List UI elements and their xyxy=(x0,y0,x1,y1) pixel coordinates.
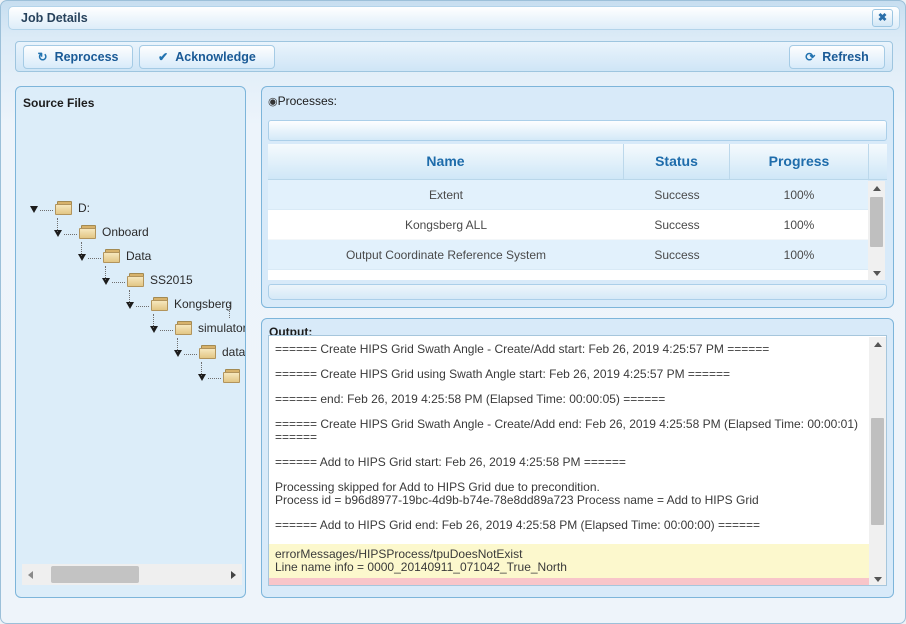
close-icon: ✖ xyxy=(878,12,887,24)
scroll-right-button[interactable] xyxy=(225,564,242,585)
log-warning-highlight: errorMessages/HIPSProcess/tpuDoesNotExis… xyxy=(269,544,869,578)
processes-icon: ◉ xyxy=(268,96,278,108)
arrow-up-icon xyxy=(874,342,882,347)
table-vertical-scrollbar[interactable] xyxy=(868,181,885,280)
processes-group-bar xyxy=(268,120,887,141)
source-files-panel: Source Files D: Onboard Data SS2015 Kong… xyxy=(15,86,246,598)
arrow-left-icon xyxy=(28,571,33,579)
folder-icon xyxy=(103,249,120,263)
processes-footer-bar xyxy=(268,284,887,300)
scroll-down-button[interactable] xyxy=(869,572,886,586)
tree-expand-icon[interactable] xyxy=(126,302,134,309)
tree-horizontal-scrollbar[interactable] xyxy=(22,564,242,585)
log-line: ====== Create HIPS Grid using Swath Angl… xyxy=(269,368,869,381)
processes-label: ◉Processes: xyxy=(268,94,337,108)
tree-node-data2[interactable]: data xyxy=(174,340,245,364)
tree-expand-icon[interactable] xyxy=(54,230,62,237)
tree-expand-icon[interactable] xyxy=(78,254,86,261)
acknowledge-button[interactable]: ✔ Acknowledge xyxy=(139,45,275,69)
check-icon: ✔ xyxy=(158,50,168,64)
window-title: Job Details xyxy=(21,7,88,29)
output-log-area: ====== Create HIPS Grid Swath Angle - Cr… xyxy=(268,335,887,586)
scroll-down-button[interactable] xyxy=(868,266,885,280)
tree-node-simulator[interactable]: simulator xyxy=(150,316,246,340)
output-vertical-scrollbar[interactable] xyxy=(869,337,886,586)
column-header-status[interactable]: Status xyxy=(624,144,730,179)
reprocess-label: Reprocess xyxy=(55,50,119,64)
log-line: ====== Add to HIPS Grid start: Feb 26, 2… xyxy=(269,456,869,469)
log-line: ====== Create HIPS Grid Swath Angle - Cr… xyxy=(269,343,869,356)
output-panel: Output: ====== Create HIPS Grid Swath An… xyxy=(261,318,894,598)
table-row[interactable]: Kongsberg ALL Success 100% xyxy=(268,210,868,240)
arrow-right-icon xyxy=(231,571,236,579)
tree-connector xyxy=(229,303,230,318)
tree-node-ss2015[interactable]: SS2015 xyxy=(102,268,193,292)
log-line: Processing skipped for Add to HIPS Grid … xyxy=(269,481,869,507)
log-line: ====== Add to HIPS Grid end: Feb 26, 201… xyxy=(269,519,869,532)
tree-expand-icon[interactable] xyxy=(174,350,182,357)
tree-node-onboard[interactable]: Onboard xyxy=(54,220,149,244)
title-bar: Job Details ✖ xyxy=(8,6,900,30)
table-body: Extent Success 100% Kongsberg ALL Succes… xyxy=(268,180,868,280)
processes-panel: ◉Processes: Name Status Progress Extent … xyxy=(261,86,894,308)
tree-node-clipped[interactable] xyxy=(198,364,246,388)
job-details-window: Job Details ✖ ↻ Reprocess ✔ Acknowledge … xyxy=(0,0,906,624)
tree-node-drive[interactable]: D: xyxy=(30,196,90,220)
column-header-filler xyxy=(869,144,887,179)
column-header-progress[interactable]: Progress xyxy=(730,144,869,179)
scroll-up-button[interactable] xyxy=(869,337,886,351)
tree-expand-icon[interactable] xyxy=(30,206,38,213)
scrollbar-track[interactable] xyxy=(868,195,885,266)
arrow-up-icon xyxy=(873,186,881,191)
source-files-title: Source Files xyxy=(23,96,94,110)
scrollbar-thumb[interactable] xyxy=(870,197,883,247)
acknowledge-label: Acknowledge xyxy=(175,50,256,64)
log-line: ====== Create HIPS Grid Swath Angle - Cr… xyxy=(269,418,869,444)
reprocess-button[interactable]: ↻ Reprocess xyxy=(23,45,133,69)
folder-icon xyxy=(223,369,240,383)
column-header-name[interactable]: Name xyxy=(268,144,624,179)
table-row[interactable]: Extent Success 100% xyxy=(268,180,868,210)
arrow-down-icon xyxy=(874,577,882,582)
tree-expand-icon[interactable] xyxy=(102,278,110,285)
folder-icon xyxy=(199,345,216,359)
refresh-icon: ⟳ xyxy=(805,50,815,64)
tree-expand-icon[interactable] xyxy=(150,326,158,333)
scrollbar-thumb[interactable] xyxy=(51,566,139,583)
tree-node-data[interactable]: Data xyxy=(78,244,151,268)
table-row[interactable]: Output Coordinate Reference System Succe… xyxy=(268,240,868,270)
arrow-down-icon xyxy=(873,271,881,276)
reprocess-icon: ↻ xyxy=(38,50,48,64)
close-button[interactable]: ✖ xyxy=(872,9,893,27)
output-log-text: ====== Create HIPS Grid Swath Angle - Cr… xyxy=(269,336,869,585)
folder-icon xyxy=(79,225,96,239)
scrollbar-track[interactable] xyxy=(869,351,886,572)
scroll-up-button[interactable] xyxy=(868,181,885,195)
log-line: ====== end: Feb 26, 2019 4:25:58 PM (Ela… xyxy=(269,393,869,406)
tree-expand-icon[interactable] xyxy=(198,374,206,381)
toolbar: ↻ Reprocess ✔ Acknowledge ⟳ Refresh xyxy=(15,41,893,72)
folder-icon xyxy=(151,297,168,311)
table-header: Name Status Progress xyxy=(268,144,887,180)
scrollbar-thumb[interactable] xyxy=(871,418,884,525)
folder-icon xyxy=(175,321,192,335)
table-row[interactable]: Add to HIPS Grid xyxy=(268,270,868,280)
refresh-button[interactable]: ⟳ Refresh xyxy=(789,45,885,69)
scrollbar-track[interactable] xyxy=(39,564,225,585)
log-error-strip xyxy=(269,578,869,585)
folder-icon xyxy=(55,201,72,215)
refresh-label: Refresh xyxy=(822,50,869,64)
scroll-left-button[interactable] xyxy=(22,564,39,585)
tree-node-kongsberg[interactable]: Kongsberg xyxy=(126,292,232,316)
folder-icon xyxy=(127,273,144,287)
